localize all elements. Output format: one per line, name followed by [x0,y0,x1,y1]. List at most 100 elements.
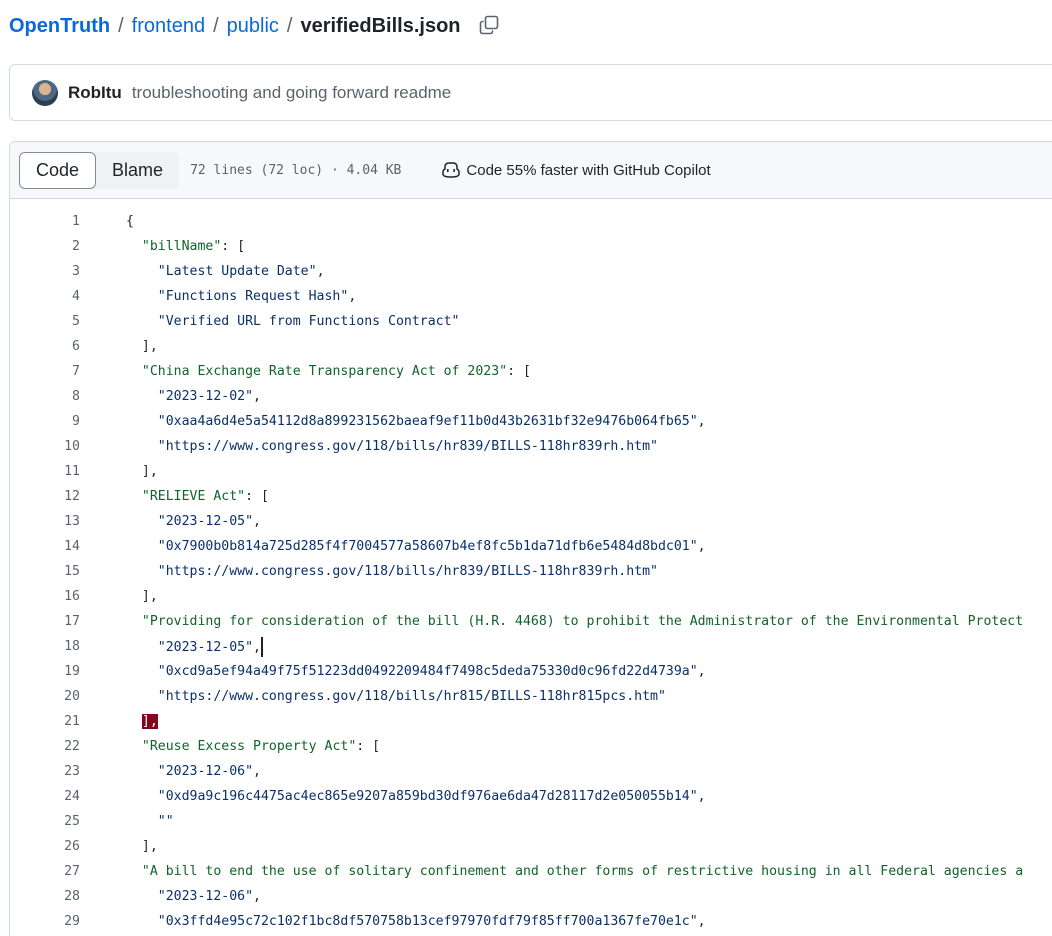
code-line: 24 "0xd9a9c196c4475ac4ec865e9207a859bd30… [10,784,1052,809]
line-content: "billName": [ [80,239,245,254]
code-punctuation: ], [126,464,158,479]
code-key: "billName" [141,239,222,254]
code-string: "2023-12-06" [157,889,254,904]
line-content: "Verified URL from Functions Contract" [80,314,460,329]
code-punctuation: : [ [245,489,269,504]
code-punctuation: , [253,639,261,655]
code-punctuation [126,789,158,804]
avatar[interactable] [32,79,58,106]
line-content: "2023-12-05", [80,514,261,529]
code-key: "Providing for consideration of the bill… [141,614,1024,629]
line-content: { [80,214,134,229]
line-number: 26 [64,839,80,854]
line-number: 17 [64,614,80,629]
code-line: 13 "2023-12-05", [10,509,1052,534]
code-punctuation [126,539,158,554]
line-content: "0x3ffd4e95c72c102f1bc8df570758b13cef979… [80,914,706,929]
code-string: "0x3ffd4e95c72c102f1bc8df570758b13cef979… [157,914,698,929]
code-string: "0x7900b0b814a725d285f4f7004577a58607b4e… [157,539,698,554]
code-punctuation: : [ [356,739,381,754]
code-line: 19 "0xcd9a5ef94a49f75f51223dd0492209484f… [10,659,1052,684]
line-number: 2 [72,239,80,254]
code-punctuation: , [253,514,261,529]
copy-path-button[interactable] [479,15,501,37]
code-line: 23 "2023-12-06", [10,759,1052,784]
line-content: "2023-12-05", [80,636,263,657]
code-line: 4 "Functions Request Hash", [10,284,1052,309]
breadcrumb-repo-link[interactable]: OpenTruth [9,15,110,38]
code-line: 25 "" [10,809,1052,834]
code-line: 22 "Reuse Excess Property Act": [ [10,734,1052,759]
code-punctuation: , [348,289,357,304]
code-punctuation [126,439,158,454]
line-number: 24 [64,789,80,804]
code-punctuation: { [126,214,134,229]
code-line: 14 "0x7900b0b814a725d285f4f7004577a58607… [10,534,1052,559]
line-number: 21 [64,714,80,729]
breadcrumb-separator: / [118,14,124,37]
line-number: 11 [64,464,80,479]
commit-author[interactable]: RobItu [68,83,122,103]
tab-code[interactable]: Code [19,151,97,189]
code-punctuation [126,264,158,279]
line-content: "Functions Request Hash", [80,289,357,304]
code-line: 9 "0xaa4a6d4e5a54112d8a899231562baeaf9ef… [10,409,1052,434]
code-line: 7 "China Exchange Rate Transparency Act … [10,359,1052,384]
bracket-match-highlight: ], [141,714,158,729]
line-content: "0xaa4a6d4e5a54112d8a899231562baeaf9ef11… [80,414,706,429]
line-content: "RELIEVE Act": [ [80,489,269,504]
code-key: "RELIEVE Act" [141,489,246,504]
code-punctuation: , [697,914,706,929]
tab-blame[interactable]: Blame [96,152,179,189]
line-number: 13 [64,514,80,529]
code-punctuation: , [697,539,706,554]
code-punctuation: , [253,764,261,779]
code-line: 1{ [10,209,1052,234]
line-number: 20 [64,689,80,704]
copilot-promo-text: Code 55% faster with GitHub Copilot [466,161,711,179]
line-content: "2023-12-06", [80,764,261,779]
line-number: 23 [64,764,80,779]
code-string: "Latest Update Date" [157,264,317,279]
line-number: 18 [64,639,80,654]
breadcrumb-folder-frontend[interactable]: frontend [132,15,205,38]
line-content: "0xcd9a5ef94a49f75f51223dd0492209484f749… [80,664,706,679]
file-header: Code Blame 72 lines (72 loc) · 4.04 KB C… [10,142,1052,199]
code-line: 28 "2023-12-06", [10,884,1052,909]
text-cursor [261,636,263,657]
line-content: "2023-12-02", [80,389,261,404]
code-string: "2023-12-05" [157,514,254,529]
commit-message[interactable]: troubleshooting and going forward readme [132,83,451,103]
code-line: 8 "2023-12-02", [10,384,1052,409]
code-view[interactable]: 1{2 "billName": [3 "Latest Update Date",… [10,199,1052,934]
line-number: 16 [64,589,80,604]
copilot-promo-link[interactable]: Code 55% faster with GitHub Copilot [441,160,711,180]
code-line: 12 "RELIEVE Act": [ [10,484,1052,509]
code-punctuation [126,889,158,904]
code-punctuation: , [697,789,706,804]
code-punctuation [126,764,158,779]
code-punctuation [126,914,158,929]
code-line: 6 ], [10,334,1052,359]
code-string: "https://www.congress.gov/118/bills/hr83… [157,564,658,579]
code-punctuation [126,489,142,504]
code-punctuation [126,640,158,655]
line-number: 27 [64,864,80,879]
code-punctuation [126,814,158,829]
copy-icon [479,15,498,35]
code-line: 20 "https://www.congress.gov/118/bills/h… [10,684,1052,709]
code-punctuation [126,614,142,629]
line-number: 22 [64,739,80,754]
code-punctuation [126,289,158,304]
line-content: "China Exchange Rate Transparency Act of… [80,364,531,379]
line-content: "" [80,814,174,829]
line-content: ], [80,464,158,479]
breadcrumb-separator: / [286,14,293,37]
line-content: "Reuse Excess Property Act": [ [80,739,380,754]
line-content: "0x7900b0b814a725d285f4f7004577a58607b4e… [80,539,706,554]
line-number: 10 [64,439,80,454]
line-number: 5 [72,314,80,329]
line-number: 1 [72,214,80,229]
line-number: 7 [72,364,80,379]
breadcrumb-folder-public[interactable]: public [227,15,279,38]
